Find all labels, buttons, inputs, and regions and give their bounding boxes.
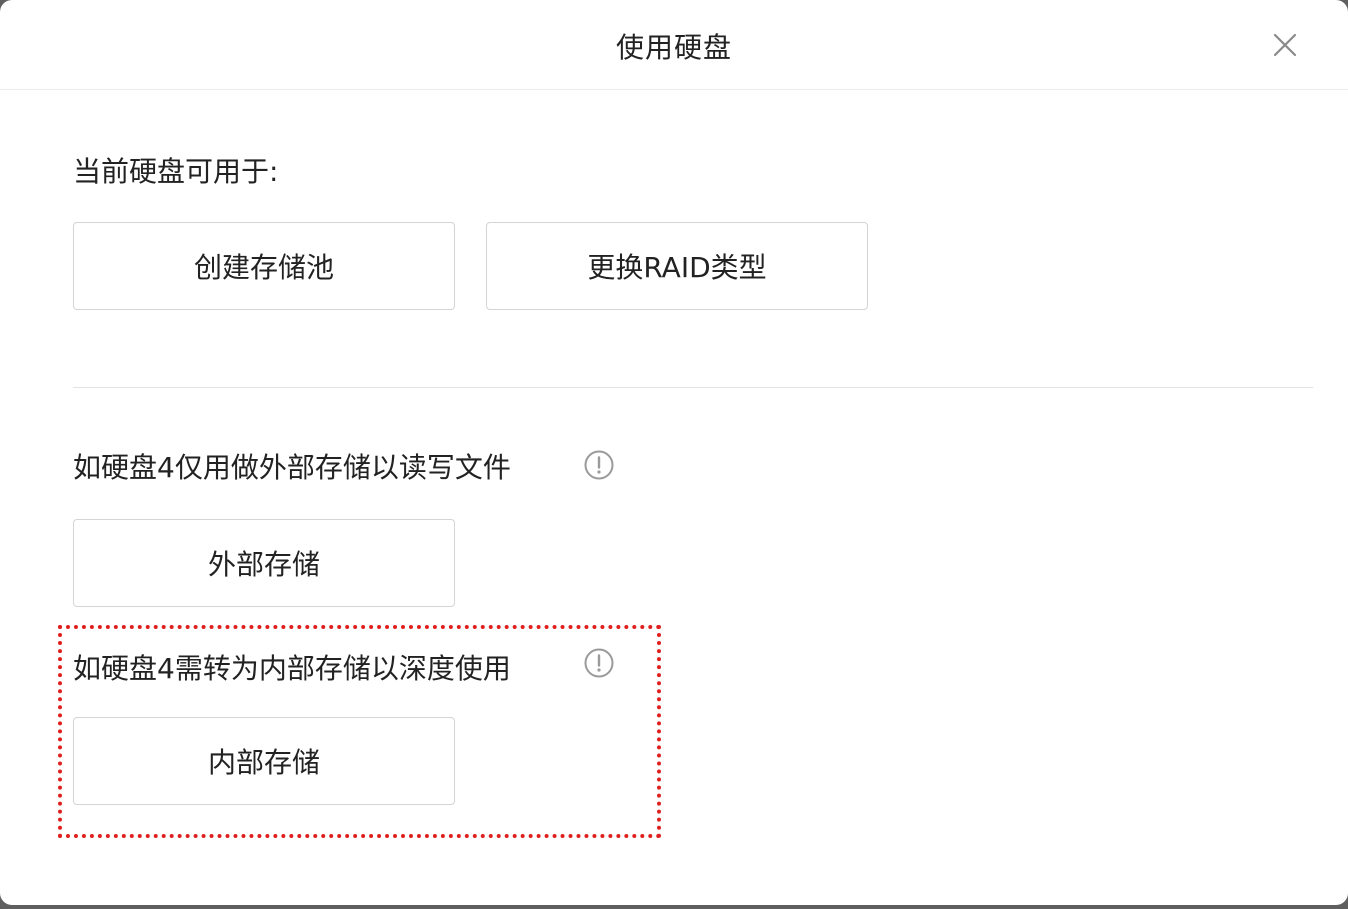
dialog-header: 使用硬盘 — [0, 0, 1348, 90]
internal-storage-button[interactable]: 内部存储 — [73, 717, 455, 805]
use-disk-dialog: 使用硬盘 当前硬盘可用于: 创建存储池 更换RAID类型 如硬盘4仅用做外部存储… — [0, 0, 1348, 905]
create-storage-pool-button[interactable]: 创建存储池 — [73, 222, 455, 310]
usable-for-label: 当前硬盘可用于: — [73, 155, 279, 188]
divider — [73, 387, 1313, 388]
external-storage-label: 如硬盘4仅用做外部存储以读写文件 — [73, 451, 511, 484]
info-icon[interactable] — [583, 449, 615, 481]
close-icon — [1273, 33, 1297, 57]
external-storage-button[interactable]: 外部存储 — [73, 519, 455, 607]
internal-storage-label: 如硬盘4需转为内部存储以深度使用 — [73, 652, 511, 685]
info-icon[interactable] — [583, 647, 615, 679]
change-raid-type-button[interactable]: 更换RAID类型 — [486, 222, 868, 310]
close-button[interactable] — [1268, 28, 1302, 62]
dialog-title: 使用硬盘 — [615, 31, 732, 64]
